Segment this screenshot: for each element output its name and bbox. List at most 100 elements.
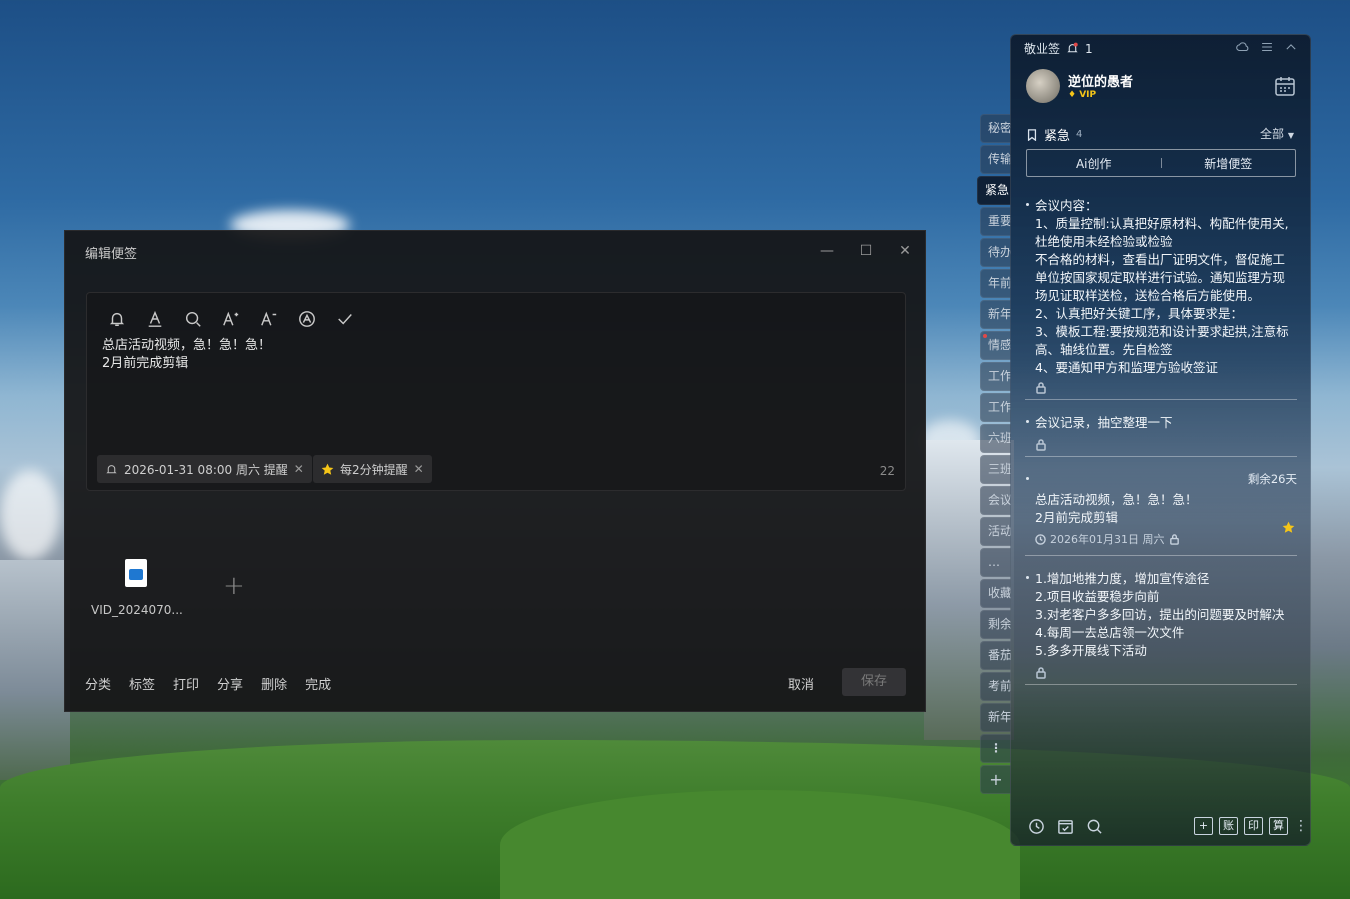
complete-check-icon[interactable] bbox=[333, 307, 357, 331]
search-icon[interactable] bbox=[181, 307, 205, 331]
print-button[interactable]: 打印 bbox=[173, 674, 199, 693]
history-clock-icon[interactable] bbox=[1028, 818, 1045, 835]
tab-category-active[interactable]: 紧急 bbox=[977, 176, 1011, 205]
filter-dropdown[interactable]: 全部 ▼ bbox=[1260, 125, 1294, 142]
star-icon bbox=[321, 463, 334, 475]
notification-bell-icon[interactable] bbox=[1066, 42, 1079, 55]
filter-label: 全部 bbox=[1260, 127, 1285, 141]
ledger-button[interactable]: 账 bbox=[1219, 817, 1238, 835]
tab-category[interactable]: 番茄 bbox=[980, 641, 1011, 670]
print-button[interactable]: 印 bbox=[1244, 817, 1263, 835]
delete-button[interactable]: 删除 bbox=[261, 674, 287, 693]
note-content[interactable]: 总店活动视频，急！急！急！ 2月前完成剪辑 bbox=[102, 337, 271, 373]
reminder-chip[interactable]: 2026-01-31 08:00 周六 提醒 ✕ bbox=[97, 455, 312, 483]
username[interactable]: 逆位的愚者 bbox=[1068, 71, 1133, 90]
category-count: 4 bbox=[1076, 129, 1083, 140]
tab-category[interactable]: 工作 bbox=[980, 362, 1011, 391]
minimize-button[interactable]: — bbox=[817, 241, 837, 261]
save-button[interactable]: 保存 bbox=[842, 668, 906, 696]
current-category[interactable]: 紧急 4 bbox=[1026, 125, 1082, 144]
attachment-item[interactable]: VID_2024070... bbox=[91, 559, 183, 617]
tab-category[interactable]: 秘密 bbox=[980, 114, 1011, 143]
repeat-text: 每2分钟提醒 bbox=[340, 462, 408, 477]
font-decrease-icon[interactable] bbox=[257, 307, 281, 331]
done-list-icon[interactable] bbox=[1057, 818, 1074, 835]
tab-category[interactable]: 情感 bbox=[980, 331, 1011, 360]
add-note-button[interactable]: + bbox=[1194, 817, 1213, 835]
collapse-up-icon[interactable] bbox=[1284, 40, 1298, 54]
tab-category[interactable]: 新年 bbox=[980, 300, 1011, 329]
note-text: 会议内容： 1、质量控制:认真把好原材料、构配件使用关,杜绝使用未经检验或检验 … bbox=[1035, 198, 1289, 375]
tab-category[interactable]: 待办 bbox=[980, 238, 1011, 267]
tabs-more-button[interactable]: ⋮ bbox=[980, 734, 1011, 763]
close-button[interactable]: ✕ bbox=[895, 241, 915, 261]
avatar[interactable] bbox=[1026, 69, 1060, 103]
ai-write-icon[interactable] bbox=[295, 307, 319, 331]
lock-icon bbox=[1035, 379, 1047, 394]
remove-reminder-icon[interactable]: ✕ bbox=[294, 462, 304, 476]
cancel-button[interactable]: 取消 bbox=[788, 674, 814, 693]
panel-footer-right: + 账 印 算 ⋮ bbox=[1194, 817, 1308, 835]
tab-category[interactable]: 会议 bbox=[980, 486, 1011, 515]
lock-icon bbox=[1035, 664, 1047, 679]
note-list: 会议内容： 1、质量控制:认真把好原材料、构配件使用关,杜绝使用未经检验或检验 … bbox=[1025, 197, 1297, 699]
lock-icon bbox=[1035, 436, 1047, 451]
tag-button[interactable]: 标签 bbox=[129, 674, 155, 693]
tab-category[interactable]: 考前 bbox=[980, 672, 1011, 701]
dialog-footer-actions: 分类 标签 打印 分享 删除 完成 bbox=[85, 674, 331, 693]
tab-category[interactable]: 工作 bbox=[980, 393, 1011, 422]
add-category-button[interactable]: + bbox=[980, 765, 1011, 794]
note-text: 1.增加地推力度，增加宣传途径 2.项目收益要稳步向前 3.对老客户多多回访，提… bbox=[1035, 571, 1285, 658]
category-name: 紧急 bbox=[1044, 129, 1071, 144]
ai-create-button[interactable]: Ai创作 bbox=[1027, 155, 1161, 172]
note-date: 2026年01月31日 周六 bbox=[1050, 533, 1165, 546]
app-name: 敬业签 bbox=[1024, 42, 1061, 56]
tab-category[interactable]: 三班 bbox=[980, 455, 1011, 484]
list-item[interactable]: 1.增加地推力度，增加宣传途径 2.项目收益要稳步向前 3.对老客户多多回访，提… bbox=[1025, 570, 1297, 685]
calendar-icon[interactable] bbox=[1274, 75, 1296, 97]
attachment-name: VID_2024070... bbox=[91, 603, 183, 617]
font-increase-icon[interactable] bbox=[219, 307, 243, 331]
tab-category[interactable]: 收藏 bbox=[980, 579, 1011, 608]
search-icon[interactable] bbox=[1086, 818, 1103, 835]
tab-category[interactable]: 活动 bbox=[980, 517, 1011, 546]
bookmark-icon bbox=[1027, 128, 1037, 141]
repeat-chip[interactable]: 每2分钟提醒 ✕ bbox=[313, 455, 432, 483]
remove-repeat-icon[interactable]: ✕ bbox=[414, 462, 424, 476]
note-editor[interactable]: 总店活动视频，急！急！急！ 2月前完成剪辑 2026-01-31 08:00 周… bbox=[86, 292, 906, 491]
tab-category[interactable]: 新年 bbox=[980, 703, 1011, 732]
list-item[interactable]: 剩余26天 总店活动视频，急！急！急！ 2月前完成剪辑 2026年01月31日 … bbox=[1025, 471, 1297, 556]
calculator-button[interactable]: 算 bbox=[1269, 817, 1288, 835]
reminder-text: 2026-01-31 08:00 周六 提醒 bbox=[124, 462, 288, 477]
notification-count: 1 bbox=[1085, 41, 1093, 56]
tab-category[interactable]: 重要 bbox=[980, 207, 1011, 236]
new-note-button[interactable]: 新增便签 bbox=[1162, 155, 1296, 172]
tab-category[interactable]: … bbox=[980, 548, 1011, 577]
content-line: 2月前完成剪辑 bbox=[102, 356, 189, 371]
cloud-sync-icon[interactable] bbox=[1236, 40, 1250, 54]
text-color-icon[interactable] bbox=[143, 307, 167, 331]
add-attachment-icon[interactable]: + bbox=[223, 571, 245, 601]
bell-icon bbox=[106, 464, 117, 473]
note-text: 总店活动视频，急！急！急！ 2月前完成剪辑 bbox=[1035, 492, 1198, 525]
menu-icon[interactable] bbox=[1260, 40, 1274, 54]
panel-window-controls bbox=[1236, 40, 1298, 54]
list-item[interactable]: 会议记录，抽空整理一下 bbox=[1025, 414, 1297, 457]
tab-category[interactable]: 剩余 bbox=[980, 610, 1011, 639]
editor-toolbar bbox=[105, 307, 357, 331]
tab-category[interactable]: 传输 bbox=[980, 145, 1011, 174]
share-button[interactable]: 分享 bbox=[217, 674, 243, 693]
tab-category[interactable]: 六班 bbox=[980, 424, 1011, 453]
reminder-bell-icon[interactable] bbox=[105, 307, 129, 331]
more-options-icon[interactable]: ⋮ bbox=[1294, 819, 1308, 833]
list-item[interactable]: 会议内容： 1、质量控制:认真把好原材料、构配件使用关,杜绝使用未经检验或检验 … bbox=[1025, 197, 1297, 400]
category-tabs: 秘密 传输 紧急 重要 待办 年前 新年 情感 工作 工作 六班 三班 会议 活… bbox=[977, 114, 1011, 796]
panel-header: 敬业签 1 bbox=[1024, 40, 1093, 57]
complete-button[interactable]: 完成 bbox=[305, 674, 331, 693]
tab-category[interactable]: 年前 bbox=[980, 269, 1011, 298]
panel-footer-left bbox=[1028, 818, 1103, 835]
maximize-button[interactable]: ☐ bbox=[856, 241, 876, 261]
chevron-down-icon: ▼ bbox=[1287, 131, 1294, 140]
star-icon bbox=[1282, 521, 1295, 533]
category-button[interactable]: 分类 bbox=[85, 674, 111, 693]
